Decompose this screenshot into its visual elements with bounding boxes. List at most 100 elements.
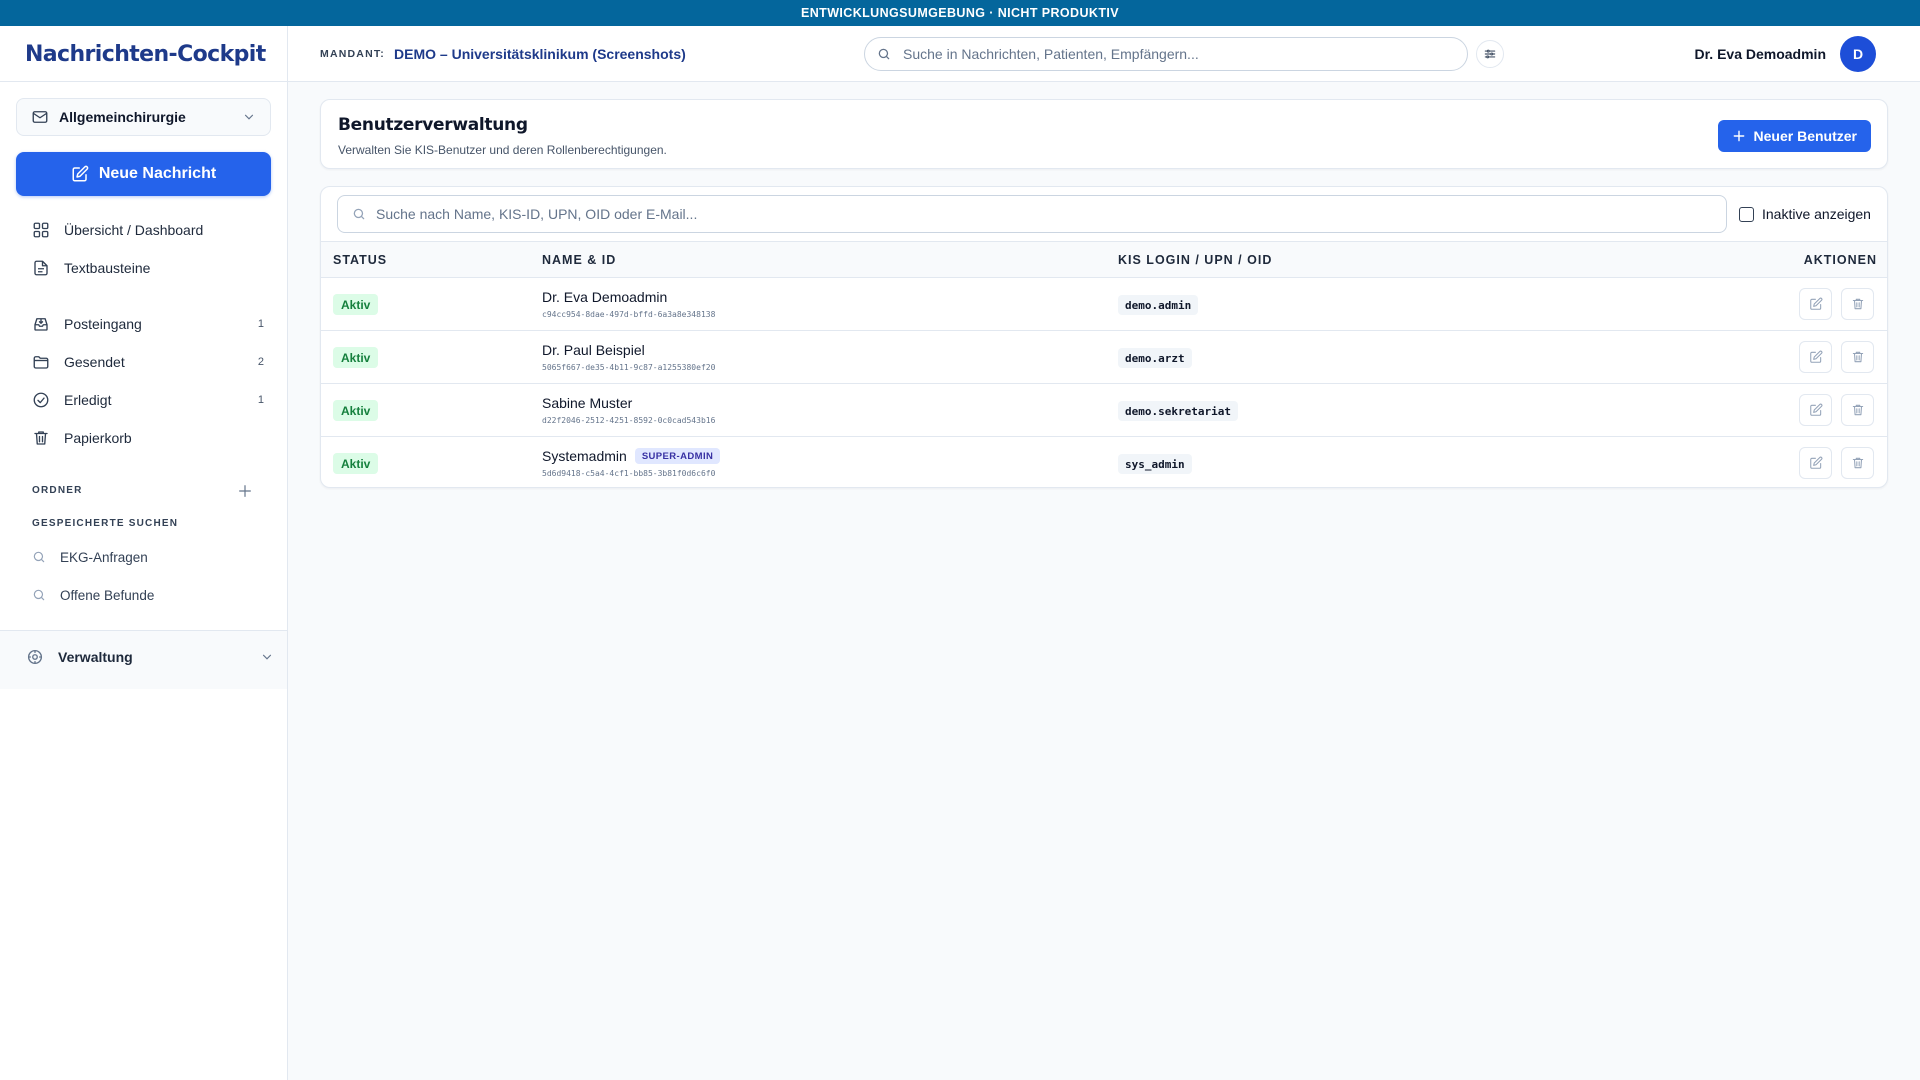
sidebar: Allgemeinchirurgie Neue Nachricht Übersi… xyxy=(0,82,288,1080)
user-avatar[interactable]: D xyxy=(1840,36,1876,72)
mailbox-select[interactable]: Allgemeinchirurgie xyxy=(16,98,271,136)
page-subtitle: Verwalten Sie KIS-Benutzer und deren Rol… xyxy=(338,143,667,157)
search-icon xyxy=(32,588,46,602)
kis-login: sys_admin xyxy=(1118,454,1192,474)
mandant-indicator: MANDANT: DEMO – Universitätsklinikum (Sc… xyxy=(320,26,686,82)
sidebar-item-label: Erledigt xyxy=(64,392,112,408)
table-header: STATUS NAME & ID KIS LOGIN / UPN / OID A… xyxy=(321,241,1887,278)
edit-icon xyxy=(1809,350,1823,364)
mandant-label: MANDANT: xyxy=(320,48,386,60)
trash-icon xyxy=(1851,350,1865,364)
sidebar-item-label: Übersicht / Dashboard xyxy=(64,222,204,238)
sidebar-item-erledigt[interactable]: Erledigt 1 xyxy=(20,384,270,416)
sidebar-item-papierkorb[interactable]: Papierkorb xyxy=(20,422,270,454)
trash-icon xyxy=(1851,403,1865,417)
saved-searches-section-label: GESPEICHERTE SUCHEN xyxy=(32,518,179,529)
brand-logo[interactable]: Nachrichten-Cockpit xyxy=(0,26,288,82)
search-icon xyxy=(352,207,366,221)
kis-login: demo.admin xyxy=(1118,295,1199,315)
sidebar-item-count: 1 xyxy=(257,394,264,406)
sidebar-item-label: Textbausteine xyxy=(64,260,151,276)
admin-section: Verwaltung xyxy=(0,631,287,689)
chevron-down-icon xyxy=(242,110,256,124)
column-header-login[interactable]: KIS LOGIN / UPN / OID xyxy=(1118,242,1272,278)
delete-user-button[interactable] xyxy=(1841,341,1874,373)
current-user-name[interactable]: Dr. Eva Demoadmin xyxy=(1695,26,1827,82)
name-cell: Systemadmin SUPER-ADMIN 5d6d9418-c5a4-4c… xyxy=(542,447,721,478)
admin-section-toggle[interactable]: Verwaltung xyxy=(14,639,274,675)
edit-icon xyxy=(1809,297,1823,311)
column-header-actions: AKTIONEN xyxy=(1803,253,1877,267)
user-oid: d22f2046-2512-4251-8592-0c0cad543b16 xyxy=(542,416,716,425)
user-search[interactable] xyxy=(337,195,1727,233)
show-inactive-checkbox[interactable] xyxy=(1739,206,1754,222)
delete-user-button[interactable] xyxy=(1841,394,1874,426)
edit-user-button[interactable] xyxy=(1799,394,1832,426)
search-icon xyxy=(32,550,46,564)
mandant-value[interactable]: DEMO – Universitätsklinikum (Screenshots… xyxy=(394,46,686,62)
user-name: Systemadmin xyxy=(542,448,627,464)
sidebar-item-count: 1 xyxy=(257,318,264,330)
new-user-button[interactable]: Neuer Benutzer xyxy=(1717,120,1871,152)
sidebar-item-count: 2 xyxy=(257,356,264,368)
status-badge: Aktiv xyxy=(333,453,379,474)
kis-login: demo.sekretariat xyxy=(1118,401,1238,421)
mailbox-select-value: Allgemeinchirurgie xyxy=(59,109,186,125)
folder-icon xyxy=(32,353,50,371)
saved-search-item[interactable]: EKG-Anfragen xyxy=(20,542,270,572)
plus-icon xyxy=(237,483,253,499)
user-oid: c94cc954-8dae-497d-bffd-6a3a8e348138 xyxy=(542,310,716,319)
delete-user-button[interactable] xyxy=(1841,447,1874,479)
trash-icon xyxy=(1851,297,1865,311)
edit-user-button[interactable] xyxy=(1799,447,1832,479)
gear-icon xyxy=(26,648,44,666)
column-header-name[interactable]: NAME & ID xyxy=(542,242,616,278)
name-cell: Dr. Paul Beispiel 5065f667-de35-4b11-9c8… xyxy=(542,341,715,372)
sidebar-item-dashboard[interactable]: Übersicht / Dashboard xyxy=(20,214,270,246)
sidebar-item-gesendet[interactable]: Gesendet 2 xyxy=(20,346,270,378)
user-oid: 5d6d9418-c5a4-4cf1-bb85-3b81f0d6c6f0 xyxy=(542,469,716,478)
name-cell: Dr. Eva Demoadmin c94cc954-8dae-497d-bff… xyxy=(542,288,715,319)
edit-user-button[interactable] xyxy=(1799,288,1832,320)
user-search-input[interactable] xyxy=(376,206,1726,222)
status-badge: Aktiv xyxy=(333,400,379,421)
table-row[interactable]: Aktiv Sabine Muster d22f2046-2512-4251-8… xyxy=(321,384,1887,437)
new-message-button[interactable]: Neue Nachricht xyxy=(16,152,271,196)
user-table-card: Inaktive anzeigen STATUS NAME & ID KIS L… xyxy=(320,186,1888,488)
search-icon xyxy=(877,47,891,61)
kis-login: demo.arzt xyxy=(1118,348,1192,368)
delete-user-button[interactable] xyxy=(1841,288,1874,320)
table-row[interactable]: Aktiv Dr. Paul Beispiel 5065f667-de35-4b… xyxy=(321,331,1887,384)
saved-search-label: Offene Befunde xyxy=(60,587,155,603)
sidebar-item-label: Gesendet xyxy=(64,354,125,370)
page-header-card: Benutzerverwaltung Verwalten Sie KIS-Ben… xyxy=(320,99,1888,169)
search-filter-button[interactable] xyxy=(1476,40,1504,68)
sidebar-item-posteingang[interactable]: Posteingang 1 xyxy=(20,308,270,340)
table-row[interactable]: Aktiv Dr. Eva Demoadmin c94cc954-8dae-49… xyxy=(321,278,1887,331)
mail-icon xyxy=(31,108,49,126)
add-folder-button[interactable] xyxy=(236,482,254,500)
super-admin-badge: SUPER-ADMIN xyxy=(634,448,721,464)
sidebar-item-textbausteine[interactable]: Textbausteine xyxy=(20,252,270,284)
inbox-icon xyxy=(32,315,50,333)
edit-icon xyxy=(1809,403,1823,417)
plus-icon xyxy=(1732,129,1746,143)
user-name: Sabine Muster xyxy=(542,395,633,411)
column-header-status[interactable]: STATUS xyxy=(333,242,387,278)
sidebar-item-label: Posteingang xyxy=(64,316,142,332)
global-search[interactable] xyxy=(864,37,1468,71)
user-name: Dr. Eva Demoadmin xyxy=(542,289,668,305)
saved-search-item[interactable]: Offene Befunde xyxy=(20,580,270,610)
status-badge: Aktiv xyxy=(333,347,379,368)
page-title: Benutzerverwaltung xyxy=(338,115,528,135)
edit-user-button[interactable] xyxy=(1799,341,1832,373)
global-search-input[interactable] xyxy=(903,46,1467,62)
table-row[interactable]: Aktiv Systemadmin SUPER-ADMIN 5d6d9418-c… xyxy=(321,437,1887,487)
environment-banner: ENTWICKLUNGSUMGEBUNG · NICHT PRODUKTIV xyxy=(0,0,1920,26)
check-circle-icon xyxy=(32,391,50,409)
new-user-label: Neuer Benutzer xyxy=(1753,128,1857,144)
saved-search-label: EKG-Anfragen xyxy=(60,549,148,565)
sliders-icon xyxy=(1483,47,1497,61)
show-inactive-toggle[interactable]: Inaktive anzeigen xyxy=(1739,195,1871,233)
sidebar-item-label: Papierkorb xyxy=(64,430,132,446)
